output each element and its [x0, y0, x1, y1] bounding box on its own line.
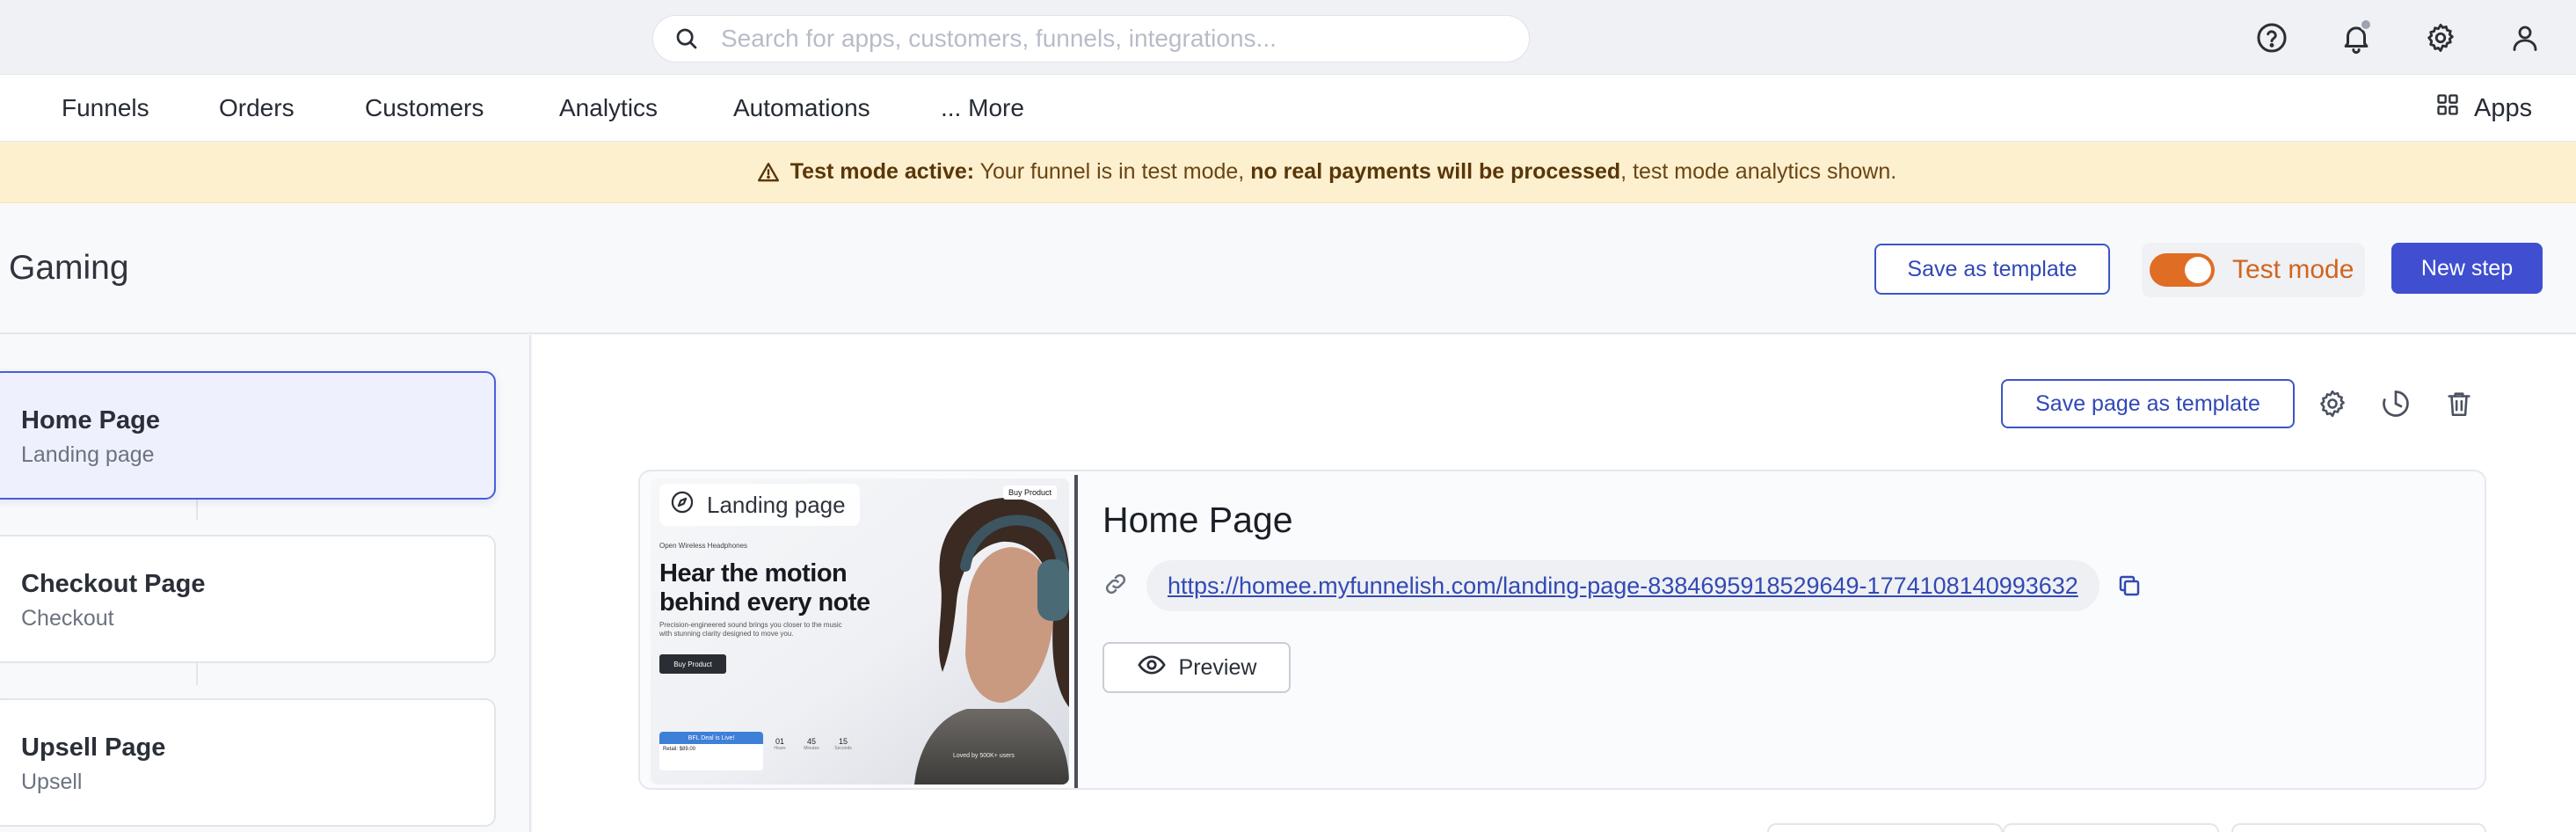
apps-label: Apps: [2474, 93, 2533, 122]
eye-icon: [1137, 650, 1167, 686]
steps-sidebar: Home Page Landing page Checkout Page Che…: [0, 335, 531, 832]
nav-analytics[interactable]: Analytics: [559, 75, 658, 142]
bell-icon[interactable]: [2336, 18, 2376, 58]
user-icon[interactable]: [2505, 18, 2545, 58]
thumbnail-offer: BFL Deal is Live! Retail: $89.00: [659, 732, 763, 770]
warning-icon: [757, 161, 780, 184]
funnel-title: Gaming: [9, 249, 129, 287]
nav-funnels[interactable]: Funnels: [62, 75, 149, 142]
save-as-template-button[interactable]: Save as template: [1874, 244, 2110, 295]
test-mode-control: Test mode: [2142, 243, 2365, 297]
page-url-link[interactable]: https://homee.myfunnelish.com/landing-pa…: [1168, 573, 2078, 600]
test-mode-banner: Test mode active: Your funnel is in test…: [0, 142, 2576, 203]
step-name: Home Page: [21, 406, 160, 434]
compass-icon: [670, 490, 695, 521]
thumbnail-buy-tag: Buy Product: [1002, 485, 1057, 500]
search-input[interactable]: [721, 25, 1495, 53]
step-type: Checkout: [21, 606, 114, 631]
step-type: Landing page: [21, 442, 155, 467]
page-card-title: Home Page: [1102, 500, 1293, 540]
page-thumbnail[interactable]: Landing page Buy Product Open Wireless H…: [651, 478, 1069, 785]
banner-title: Test mode active:: [790, 159, 975, 184]
main-nav: Funnels Orders Customers Analytics Autom…: [0, 75, 2576, 142]
step-card-upsell[interactable]: Upsell Page Upsell: [0, 698, 496, 827]
preview-label: Preview: [1178, 654, 1257, 680]
test-mode-label: Test mode: [2232, 255, 2354, 284]
link-icon: [1102, 571, 1129, 602]
apps-button[interactable]: Apps: [2435, 75, 2532, 142]
trash-icon[interactable]: [2439, 383, 2479, 424]
nav-automations[interactable]: Automations: [733, 75, 870, 142]
copy-icon[interactable]: [2112, 568, 2147, 603]
countdown-hours: 01 Hours: [774, 737, 786, 751]
thumbnail-countdown: 01 Hours 45 Minutes 15 Seconds: [767, 737, 856, 751]
nav-more[interactable]: ... More: [941, 75, 1024, 142]
step-card-home[interactable]: Home Page Landing page: [0, 371, 496, 500]
bottom-card-stub: [1767, 823, 2003, 832]
gear-icon[interactable]: [2420, 18, 2461, 58]
page-card: Landing page Buy Product Open Wireless H…: [638, 470, 2486, 790]
top-bar: [0, 0, 2576, 75]
step-card-checkout[interactable]: Checkout Page Checkout: [0, 535, 496, 663]
countdown-seconds: 15 Seconds: [834, 737, 852, 751]
global-search[interactable]: [652, 15, 1530, 62]
search-icon: [672, 24, 702, 54]
save-page-as-template-button[interactable]: Save page as template: [2001, 379, 2295, 428]
thumbnail-headline: Hear the motion behind every note: [659, 559, 870, 617]
bottom-card-stub: [2003, 823, 2219, 832]
thumbnail-cta: Buy Product: [659, 654, 726, 674]
preview-button[interactable]: Preview: [1102, 642, 1291, 693]
nav-orders[interactable]: Orders: [219, 75, 295, 142]
page-url-pill: https://homee.myfunnelish.com/landing-pa…: [1146, 560, 2099, 611]
apps-grid-icon: [2435, 92, 2460, 124]
test-mode-toggle[interactable]: [2150, 253, 2215, 287]
page-settings-icon[interactable]: [2312, 383, 2353, 424]
page-url-row: https://homee.myfunnelish.com/landing-pa…: [1102, 560, 2147, 611]
thumbnail-brand-line: Open Wireless Headphones: [659, 542, 748, 550]
countdown-minutes: 45 Minutes: [804, 737, 819, 751]
thumbnail-offer-body: Retail: $89.00: [663, 747, 696, 752]
thumbnail-divider: [1074, 475, 1078, 788]
landing-page-tag-label: Landing page: [707, 491, 846, 518]
banner-emphasis: no real payments will be processed: [1250, 159, 1621, 184]
nav-customers[interactable]: Customers: [365, 75, 484, 142]
thumbnail-social-proof: Loved by 500K+ users: [953, 753, 1015, 759]
thumbnail-offer-bar: BFL Deal is Live!: [659, 732, 763, 744]
step-type: Upsell: [21, 770, 83, 794]
bottom-card-stub: [2231, 823, 2486, 832]
banner-text-2: , test mode analytics shown.: [1620, 159, 1897, 184]
help-icon[interactable]: [2252, 18, 2292, 58]
step-name: Upsell Page: [21, 733, 166, 762]
step-detail-panel: Save page as template Landing page Buy P…: [533, 335, 2576, 832]
thumbnail-subtext: Precision-engineered sound brings you cl…: [659, 621, 842, 638]
banner-text-1: Your funnel is in test mode,: [974, 159, 1251, 184]
history-icon[interactable]: [2376, 383, 2416, 424]
funnel-header: Gaming Save as template Test mode New st…: [0, 203, 2576, 334]
new-step-button[interactable]: New step: [2391, 243, 2543, 294]
landing-page-tag: Landing page: [659, 484, 860, 526]
notification-dot: [2360, 18, 2372, 31]
step-name: Checkout Page: [21, 570, 206, 598]
